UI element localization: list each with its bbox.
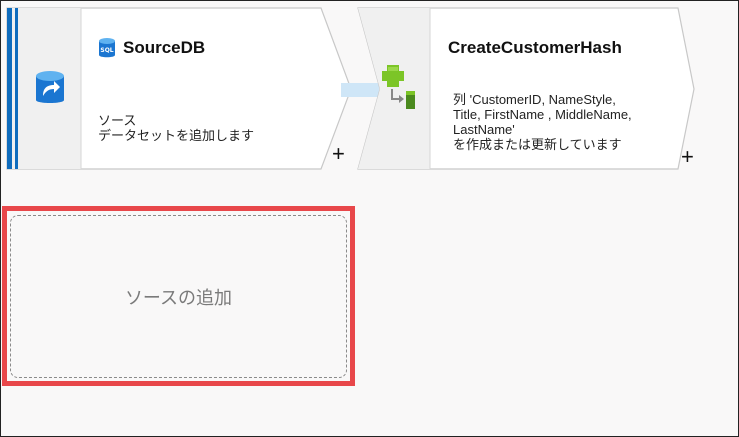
derived-column-desc-line: を作成または更新しています bbox=[453, 137, 622, 152]
derived-column-desc-line: LastName' bbox=[453, 122, 515, 137]
derived-column-node-description: 列 'CustomerID, NameStyle, Title, FirstNa… bbox=[453, 92, 673, 152]
add-transform-button[interactable]: + bbox=[332, 143, 345, 165]
dataset-source-icon bbox=[36, 71, 64, 103]
derived-column-icon bbox=[382, 65, 415, 109]
source-node-title: SourceDB bbox=[123, 38, 206, 57]
add-source-button[interactable]: ソースの追加 bbox=[10, 215, 347, 378]
add-source-highlight: ソースの追加 bbox=[2, 206, 355, 386]
source-node-desc-line: データセットを追加します bbox=[98, 128, 255, 143]
derived-column-node-title: CreateCustomerHash bbox=[448, 38, 622, 57]
derived-column-desc-line: Title, FirstName , MiddleName, bbox=[453, 107, 632, 122]
source-node-description: ソース データセットを追加します bbox=[98, 113, 254, 143]
data-flow-canvas: SQL SourceDB ソース データセットを追加します + CreateCu… bbox=[0, 0, 739, 437]
svg-text:SQL: SQL bbox=[100, 47, 113, 54]
source-node[interactable]: SQL SourceDB ソース データセットを追加します + bbox=[6, 7, 353, 170]
derived-column-node[interactable]: CreateCustomerHash 列 'CustomerID, NameSt… bbox=[357, 7, 698, 170]
add-source-label: ソースの追加 bbox=[124, 287, 233, 308]
add-transform-button[interactable]: + bbox=[681, 146, 694, 168]
source-node-desc-line: ソース bbox=[98, 113, 137, 128]
derived-column-desc-line: 列 'CustomerID, NameStyle, bbox=[453, 92, 616, 107]
sql-database-icon: SQL bbox=[99, 38, 115, 58]
